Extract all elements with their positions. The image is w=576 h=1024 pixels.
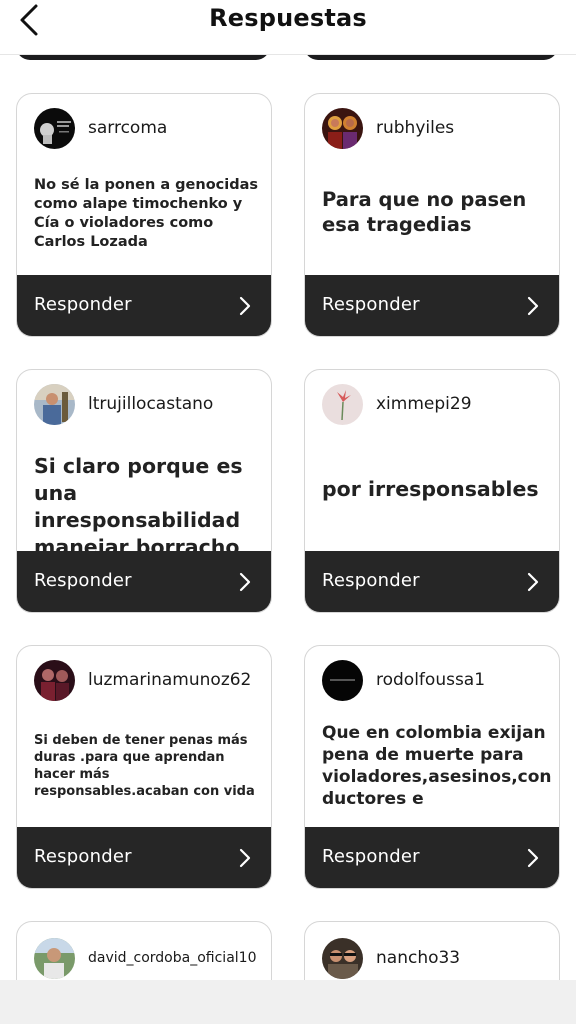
- avatar[interactable]: [34, 107, 75, 149]
- chevron-right-icon: [239, 848, 251, 868]
- reply-button[interactable]: Responder: [305, 551, 559, 612]
- reply-card: david_cordoba_oficial10: [16, 921, 272, 980]
- reply-button-label: Responder: [34, 846, 132, 867]
- reply-card: luzmarinamunoz62 Si deben de tener penas…: [16, 645, 272, 889]
- avatar[interactable]: [34, 383, 75, 425]
- reply-button[interactable]: Responder: [17, 827, 271, 888]
- header: Respuestas: [0, 0, 576, 55]
- reply-card: rodolfoussa1 Que en colombia exijan pena…: [304, 645, 560, 889]
- reply-button-label: Responder: [322, 846, 420, 867]
- page-title: Respuestas: [209, 4, 367, 32]
- reply-card: nancho33: [304, 921, 560, 980]
- username[interactable]: ximmepi29: [376, 394, 472, 414]
- bottom-bar-area: [0, 980, 576, 1024]
- screen: Respuestas sarrcoma No sé la ponen a gen…: [0, 0, 576, 980]
- avatar[interactable]: [322, 659, 363, 701]
- reply-button-label: Responder: [322, 570, 420, 591]
- reply-card: sarrcoma No sé la ponen a genocidas como…: [16, 93, 272, 337]
- reply-text: Si claro porque es una inresponsabilidad…: [34, 454, 243, 559]
- chevron-right-icon: [527, 296, 539, 316]
- reply-card: ltrujillocastano Si claro porque es una …: [16, 369, 272, 613]
- avatar[interactable]: [34, 659, 75, 701]
- username[interactable]: rodolfoussa1: [376, 670, 485, 690]
- reply-button-label: Responder: [322, 294, 420, 315]
- username[interactable]: rubhyiles: [376, 118, 454, 138]
- chevron-right-icon: [239, 572, 251, 592]
- avatar[interactable]: [322, 937, 363, 979]
- reply-button-label: Responder: [34, 294, 132, 315]
- reply-button[interactable]: Responder: [305, 275, 559, 336]
- avatar[interactable]: [322, 107, 363, 149]
- reply-button[interactable]: Responder: [17, 551, 271, 612]
- reply-button-label: Responder: [34, 570, 132, 591]
- chevron-right-icon: [239, 296, 251, 316]
- avatar[interactable]: [34, 937, 75, 979]
- reply-button[interactable]: Responder: [17, 275, 271, 336]
- reply-text: Para que no pasen esa tragedias: [322, 188, 527, 236]
- chevron-right-icon: [527, 848, 539, 868]
- reply-button[interactable]: Responder: [305, 827, 559, 888]
- username[interactable]: david_cordoba_oficial10: [88, 950, 256, 966]
- reply-text: Que en colombia exijan pena de muerte pa…: [322, 723, 552, 809]
- reply-text: por irresponsables: [322, 477, 539, 501]
- username[interactable]: nancho33: [376, 948, 460, 968]
- username[interactable]: luzmarinamunoz62: [88, 670, 251, 690]
- reply-card: rubhyiles Para que no pasen esa tragedia…: [304, 93, 560, 337]
- avatar[interactable]: [322, 383, 363, 425]
- reply-text: No sé la ponen a genocidas como alape ti…: [34, 177, 259, 250]
- reply-card: ximmepi29 por irresponsables Responder: [304, 369, 560, 613]
- reply-text: Si deben de tener penas más duras .para …: [34, 733, 255, 799]
- username[interactable]: sarrcoma: [88, 118, 167, 138]
- chevron-right-icon: [527, 572, 539, 592]
- username[interactable]: ltrujillocastano: [88, 394, 213, 414]
